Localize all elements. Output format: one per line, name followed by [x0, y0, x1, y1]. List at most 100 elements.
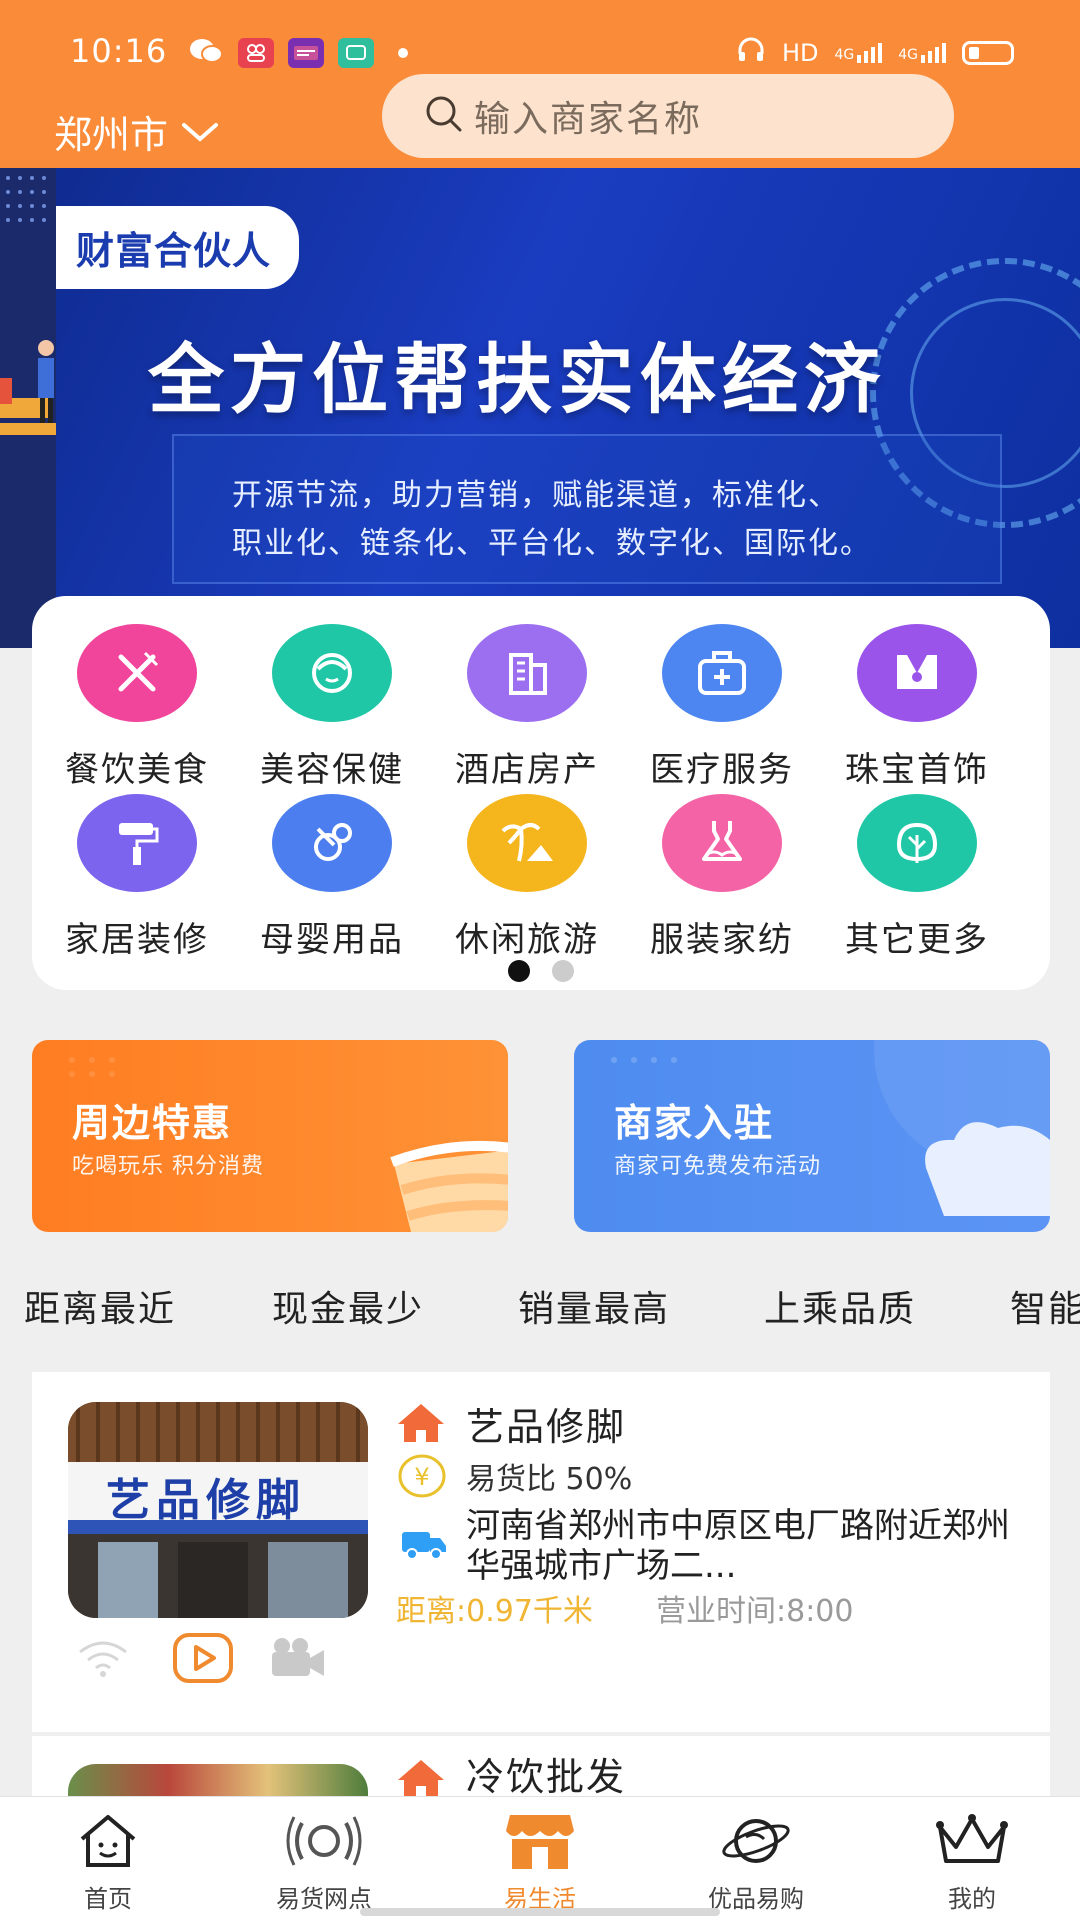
page-dot[interactable]: [552, 960, 574, 982]
wechat-icon: [188, 36, 224, 70]
medical-kit-icon: [662, 624, 782, 722]
beauty-icon: [272, 624, 392, 722]
nav-premium-shop[interactable]: 优品易购: [648, 1805, 864, 1914]
battery-icon: [962, 41, 1014, 65]
sort-filter-bar: 距离最近 现金最少 销量最高 上乘品质 智能: [24, 1280, 1080, 1340]
bank-icon: [288, 38, 324, 68]
filter-least-cash[interactable]: 现金最少: [272, 1280, 424, 1332]
crown-icon: [864, 1805, 1080, 1877]
palm-tree-icon: [467, 794, 587, 892]
promo-subtitle: 吃喝玩乐 积分消费: [72, 1154, 264, 1179]
banner-left-strip: [0, 168, 56, 648]
notification-dot: [398, 48, 408, 58]
pacifier-icon: [272, 794, 392, 892]
category-home[interactable]: 家居装修: [42, 794, 232, 961]
svg-text:¥: ¥: [414, 1463, 429, 1491]
category-label: 服装家纺: [650, 920, 794, 960]
banner-tag: 财富合伙人: [56, 206, 300, 289]
page-indicator: [508, 960, 574, 982]
city-selector[interactable]: 郑州市: [54, 104, 220, 159]
category-grid: 餐饮美食 美容保健 酒店房产 医疗服务 珠宝首饰 家居装修 母婴用品 休闲旅游 …: [32, 596, 1050, 990]
dress-icon: [662, 794, 782, 892]
category-label: 珠宝首饰: [845, 750, 989, 790]
category-label: 母婴用品: [260, 920, 404, 960]
signal-4g-1: 4G: [834, 43, 883, 63]
home-icon: [0, 1805, 216, 1877]
category-hotel[interactable]: 酒店房产: [432, 624, 622, 791]
store-name: 冷饮批发: [466, 1755, 627, 1796]
search-icon: [424, 94, 464, 138]
building-icon: [467, 624, 587, 722]
people-icon: [238, 38, 274, 68]
barter-ratio: 易货比 50%: [466, 1462, 633, 1497]
store-photo: [68, 1764, 368, 1796]
category-jewelry[interactable]: 珠宝首饰: [822, 624, 1012, 791]
category-more[interactable]: 其它更多: [822, 794, 1012, 961]
yuan-coin-icon: ¥: [398, 1454, 446, 1502]
nav-barter-points[interactable]: 易货网点: [216, 1805, 432, 1914]
gesture-home-bar[interactable]: [360, 1908, 720, 1916]
nav-home[interactable]: 首页: [0, 1805, 216, 1914]
app-header: 10:16 HD 4G 4G 郑州市 输入商家名称: [0, 0, 1080, 168]
promo-card-nearby-deals[interactable]: 周边特惠 吃喝玩乐 积分消费: [32, 1040, 508, 1232]
leaf-icon: [857, 794, 977, 892]
shop-icon: [432, 1805, 648, 1877]
category-label: 酒店房产: [455, 750, 599, 790]
nav-label: 我的: [948, 1885, 996, 1913]
promo-card-merchant-join[interactable]: 商家入驻 商家可免费发布活动: [574, 1040, 1050, 1232]
category-label: 家居装修: [65, 920, 209, 960]
page-dot-active[interactable]: [508, 960, 530, 982]
camera-icon: [268, 1636, 328, 1684]
signal-icon: [216, 1805, 432, 1877]
video-play-icon[interactable]: [172, 1632, 234, 1688]
filter-quality[interactable]: 上乘品质: [764, 1280, 916, 1332]
nav-label: 首页: [84, 1885, 132, 1913]
message-icon: [338, 38, 374, 68]
category-label: 医疗服务: [650, 750, 794, 790]
store-hours: 营业时间:8:00: [656, 1594, 854, 1629]
category-medical[interactable]: 医疗服务: [627, 624, 817, 791]
bottom-navigation: 首页 易货网点 易生活 优品易购 我的: [0, 1796, 1080, 1920]
filter-smart[interactable]: 智能: [1010, 1280, 1080, 1332]
filter-top-sales[interactable]: 销量最高: [518, 1280, 670, 1332]
delivery-truck-icon: [400, 1526, 448, 1564]
category-label: 休闲旅游: [455, 920, 599, 960]
status-app-icons: [188, 36, 408, 70]
category-clothing[interactable]: 服装家纺: [627, 794, 817, 961]
necklace-icon: [857, 624, 977, 722]
chevron-down-icon: [180, 110, 220, 154]
status-indicators: HD 4G 4G: [736, 36, 1014, 70]
planet-icon: [648, 1805, 864, 1877]
headset-icon: [736, 36, 766, 70]
wifi-icon: [76, 1640, 130, 1684]
search-placeholder: 输入商家名称: [474, 99, 703, 140]
store-card[interactable]: 冷饮批发: [32, 1736, 1050, 1796]
category-label: 餐饮美食: [65, 750, 209, 790]
house-icon: [396, 1402, 446, 1448]
store-sign-text: 艺品修脚: [106, 1475, 306, 1526]
category-beauty[interactable]: 美容保健: [237, 624, 427, 791]
category-dining[interactable]: 餐饮美食: [42, 624, 232, 791]
banner-line-2: 职业化、链条化、平台化、数字化、国际化。: [232, 526, 872, 561]
promo-title: 周边特惠: [72, 1101, 233, 1145]
category-label: 美容保健: [260, 750, 404, 790]
search-input[interactable]: 输入商家名称: [382, 74, 954, 158]
promo-subtitle: 商家可免费发布活动: [614, 1154, 822, 1179]
signal-4g-2: 4G: [898, 43, 946, 63]
category-label: 其它更多: [845, 920, 989, 960]
store-card[interactable]: 艺品修脚 艺品修脚 ¥ 易货比 50% 河南省郑州市中原区电厂路附近郑州华强城市…: [32, 1372, 1050, 1732]
store-distance: 距离:0.97千米: [396, 1594, 593, 1629]
category-baby[interactable]: 母婴用品: [237, 794, 427, 961]
nav-mine[interactable]: 我的: [864, 1805, 1080, 1914]
paint-roller-icon: [77, 794, 197, 892]
filter-nearest[interactable]: 距离最近: [24, 1280, 176, 1332]
store-name: 艺品修脚: [466, 1405, 627, 1449]
banner-title: 全方位帮扶实体经济: [148, 335, 886, 424]
promo-banner[interactable]: 财富合伙人 全方位帮扶实体经济 开源节流，助力营销，赋能渠道，标准化、 职业化、…: [0, 168, 1080, 648]
nav-easy-life[interactable]: 易生活: [432, 1805, 648, 1914]
city-name: 郑州市: [54, 113, 169, 157]
status-time: 10:16: [70, 32, 168, 70]
category-travel[interactable]: 休闲旅游: [432, 794, 622, 961]
banner-line-1: 开源节流，助力营销，赋能渠道，标准化、: [232, 478, 840, 513]
store-address: 河南省郑州市中原区电厂路附近郑州华强城市广场二...: [466, 1506, 1010, 1586]
